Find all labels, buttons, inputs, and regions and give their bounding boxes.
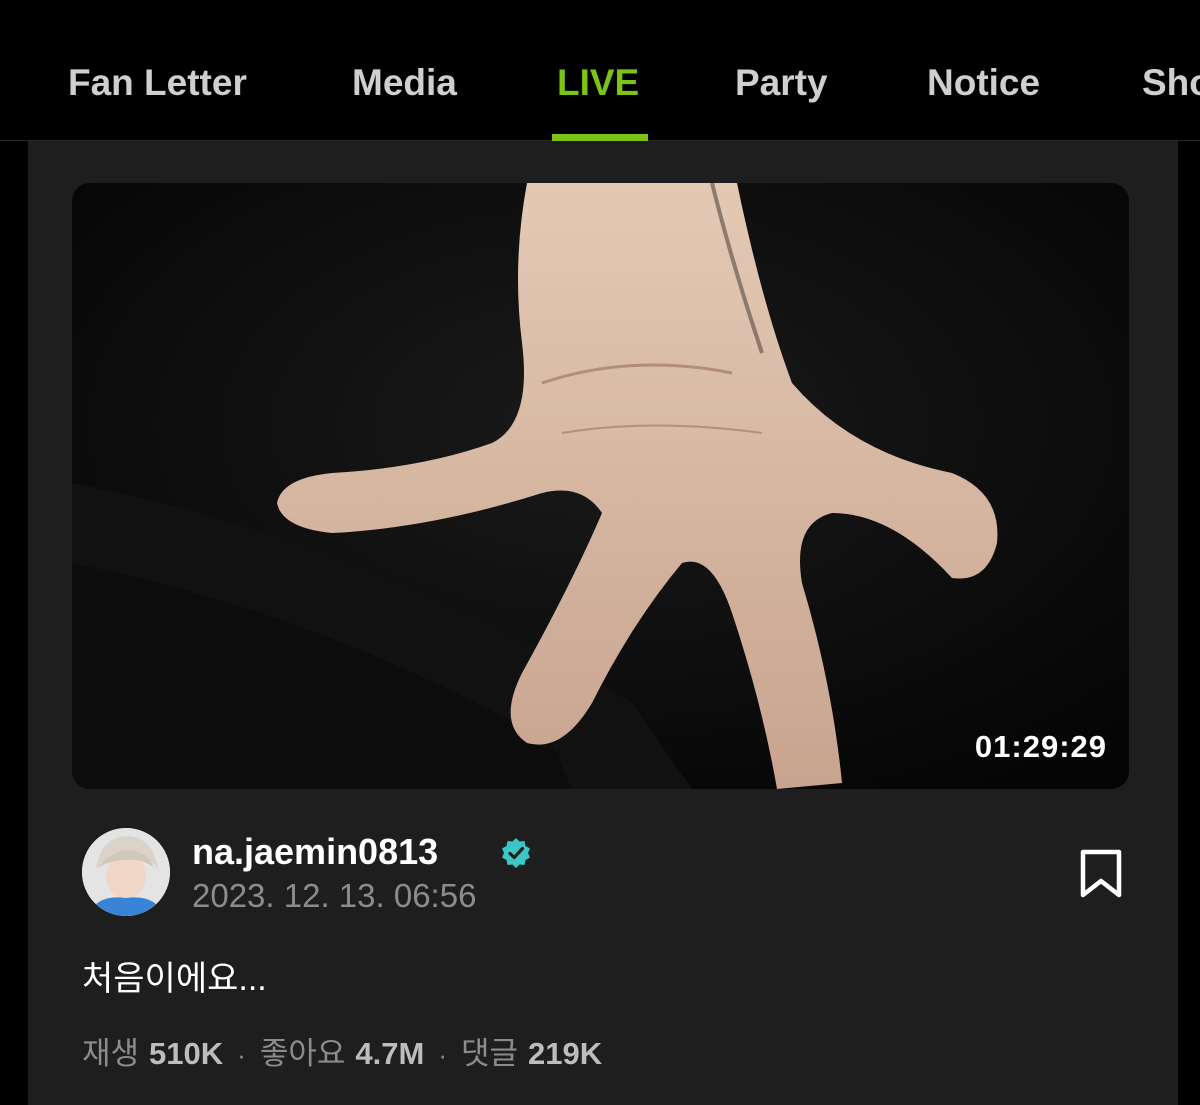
tab-live[interactable]: LIVE [557,62,639,104]
tab-party[interactable]: Party [735,62,828,104]
stat-separator: · [237,1040,246,1070]
video-thumbnail[interactable]: 01:29:29 [72,183,1129,789]
tab-media[interactable]: Media [352,62,457,104]
video-duration: 01:29:29 [974,729,1107,764]
comments-label: 댓글 [460,1036,519,1071]
likes-label: 좋아요 [259,1036,346,1071]
page: Fan Letter Media LIVE Party Notice Sho [0,0,1200,1105]
post-caption: 처음이에요... [82,960,267,998]
plays-label: 재생 [82,1036,140,1071]
tab-shop[interactable]: Sho [1142,62,1200,104]
post-timestamp: 2023. 12. 13. 06:56 [192,877,477,914]
tab-bar: Fan Letter Media LIVE Party Notice Sho [0,0,1200,141]
tab-notice[interactable]: Notice [927,62,1040,104]
likes-count: 4.7M [355,1036,425,1071]
active-tab-indicator [552,134,648,141]
live-post-card: 01:29:29 na.jaemin0813 2023. 12. 13. 06:… [28,141,1178,1105]
hand-thumbnail-image [72,183,1129,789]
avatar-image [82,828,170,916]
stat-separator: · [438,1040,447,1070]
tab-fan-letter[interactable]: Fan Letter [68,62,247,104]
plays-count: 510K [149,1036,224,1071]
username[interactable]: na.jaemin0813 [192,831,438,873]
avatar[interactable] [82,828,170,916]
bookmark-icon[interactable] [1078,849,1124,899]
comments-count: 219K [528,1036,603,1071]
post-stats: 재생 510K · 좋아요 4.7M · 댓글 219K [82,1028,602,1073]
verified-check-icon [502,838,530,868]
